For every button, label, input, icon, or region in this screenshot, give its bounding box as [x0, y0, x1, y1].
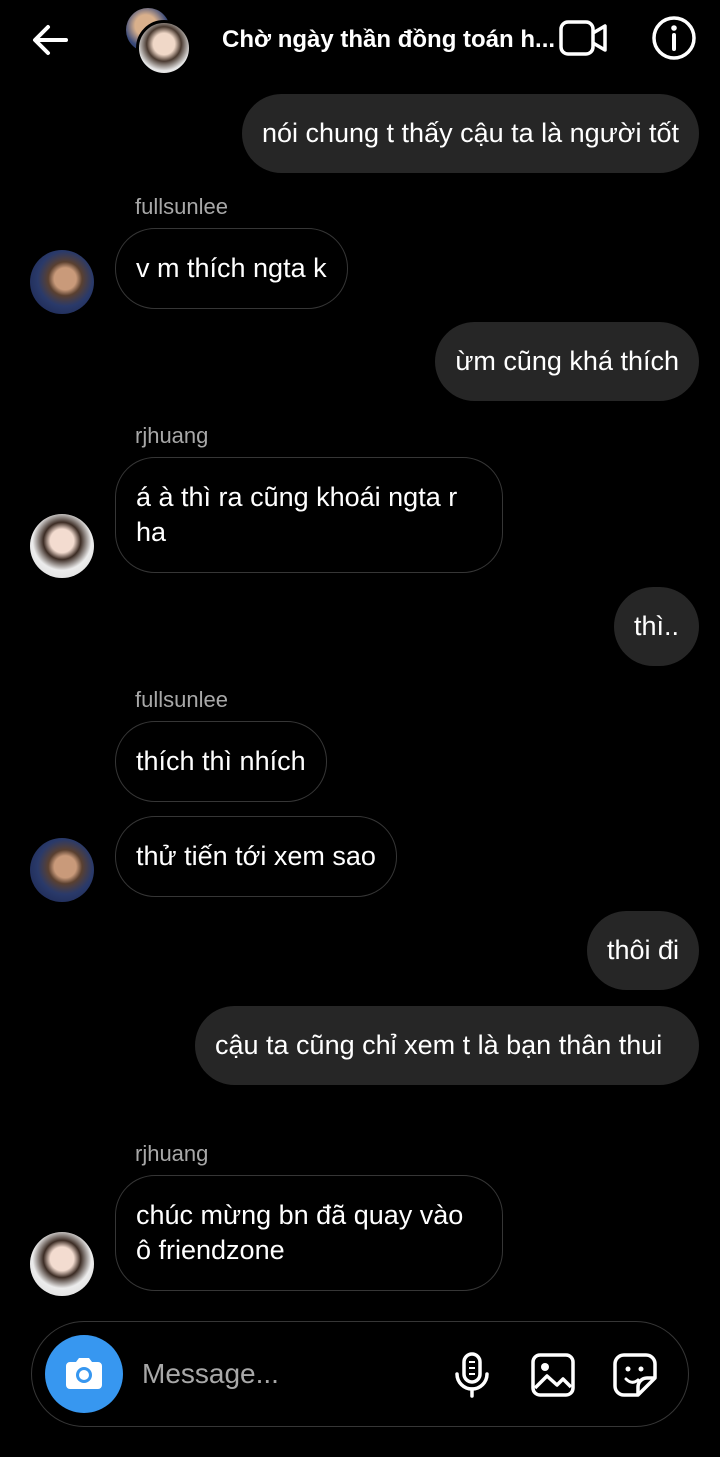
sender-avatar[interactable] — [30, 1232, 94, 1296]
chat-header: Chờ ngày thần đồng toán h... — [0, 0, 720, 84]
sender-name: rjhuang — [135, 423, 209, 448]
incoming-message[interactable]: thích thì nhích — [115, 721, 327, 802]
back-arrow-icon[interactable] — [28, 20, 72, 60]
group-avatar[interactable] — [126, 8, 196, 78]
sender-avatar[interactable] — [30, 250, 94, 314]
sender-name: rjhuang — [135, 1141, 209, 1166]
incoming-message[interactable]: chúc mừng bn đã quay vào ô friendzone — [115, 1175, 503, 1291]
microphone-icon[interactable] — [452, 1352, 492, 1398]
message-composer — [31, 1321, 689, 1427]
outgoing-message[interactable]: nói chung t thấy cậu ta là người tốt — [241, 94, 699, 173]
camera-icon — [66, 1358, 102, 1389]
gallery-icon[interactable] — [530, 1352, 576, 1398]
incoming-message[interactable]: á à thì ra cũng khoái ngta r ha — [115, 457, 503, 573]
sender-avatar[interactable] — [30, 514, 94, 578]
sender-name: fullsunlee — [135, 194, 228, 219]
chat-title[interactable]: Chờ ngày thần đồng toán h... — [222, 26, 558, 54]
incoming-message[interactable]: v m thích ngta k — [115, 228, 348, 309]
camera-button[interactable] — [45, 1335, 123, 1413]
outgoing-message[interactable]: thì.. — [613, 587, 699, 666]
outgoing-message[interactable]: ừm cũng khá thích — [435, 322, 699, 401]
sticker-icon[interactable] — [612, 1352, 658, 1398]
incoming-message[interactable]: thử tiến tới xem sao — [115, 816, 397, 897]
info-icon[interactable] — [650, 14, 698, 62]
outgoing-message[interactable]: cậu ta cũng chỉ xem t là bạn thân thui — [195, 1006, 699, 1085]
message-input[interactable] — [142, 1352, 432, 1396]
member-avatar-front — [136, 20, 192, 76]
video-call-icon[interactable] — [558, 18, 610, 58]
sender-name: fullsunlee — [135, 687, 228, 712]
outgoing-message[interactable]: thôi đi — [586, 911, 699, 990]
sender-avatar[interactable] — [30, 838, 94, 902]
